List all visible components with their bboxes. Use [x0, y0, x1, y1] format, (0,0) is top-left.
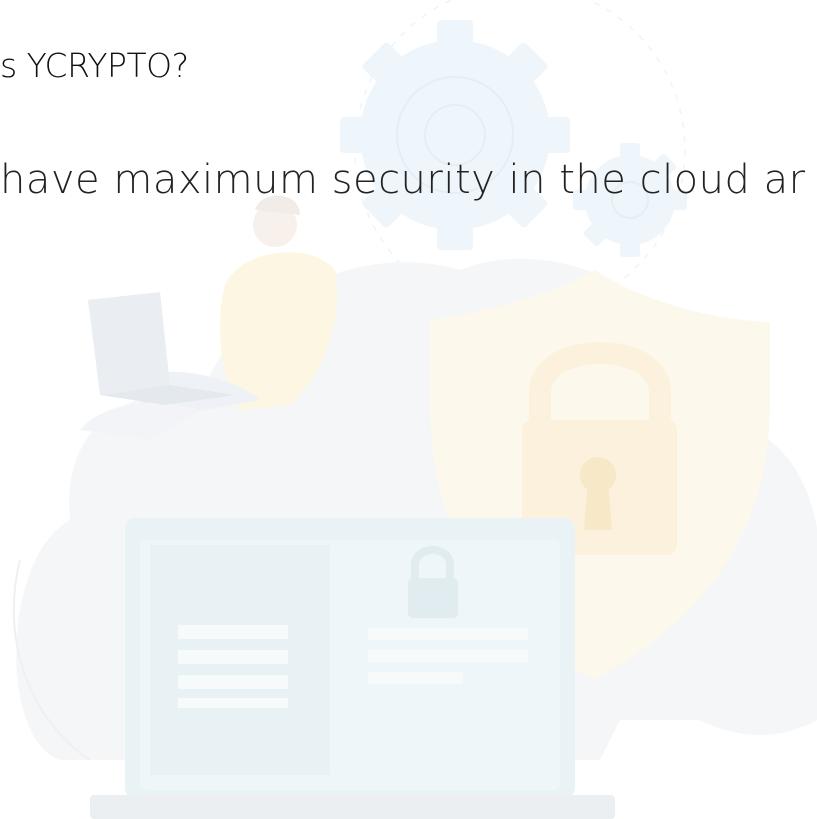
- page: s YCRYPTO? have maximum security in the …: [0, 0, 817, 819]
- laptop-icon: [90, 518, 615, 819]
- page-title: s YCRYPTO?: [0, 46, 189, 85]
- security-cloud-illustration: [12, 0, 817, 819]
- tagline-text: have maximum security in the cloud ar: [0, 157, 806, 203]
- gear-icon: [340, 20, 570, 250]
